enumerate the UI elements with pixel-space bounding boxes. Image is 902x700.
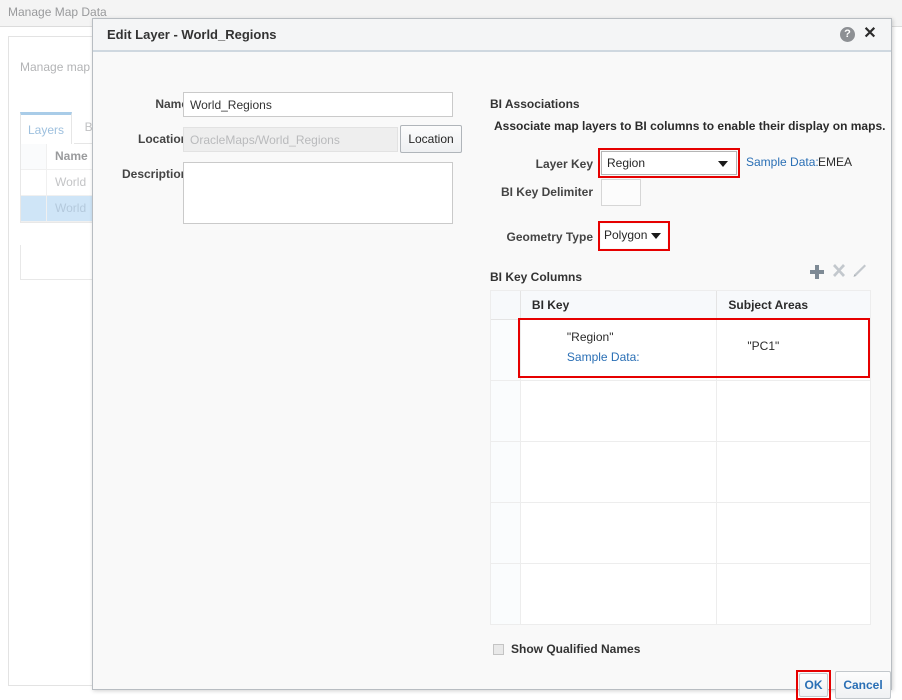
layer-key-select[interactable]: Region <box>601 151 737 175</box>
location-input[interactable] <box>183 127 398 152</box>
bi-key-cell <box>521 503 717 563</box>
dialog-body: Name Location Location Description BI As… <box>93 54 891 700</box>
dialog-title: Edit Layer - World_Regions <box>107 27 277 42</box>
add-icon[interactable] <box>807 262 827 282</box>
subject-areas-cell <box>716 442 870 502</box>
location-label: Location <box>138 132 188 146</box>
show-qualified-names-row[interactable]: Show Qualified Names <box>493 642 640 656</box>
background-tab-layers[interactable]: Layers <box>20 112 72 144</box>
description-input[interactable] <box>183 162 453 224</box>
delete-icon[interactable] <box>830 262 848 282</box>
bi-key-columns-title: BI Key Columns <box>490 270 583 284</box>
chevron-down-icon <box>718 161 728 167</box>
name-label: Name <box>155 97 188 111</box>
bi-key-columns-toolbar <box>807 262 869 286</box>
background-subtitle: Manage map <box>20 60 91 74</box>
geometry-type-value: Polygon <box>604 228 648 242</box>
bi-key-delimiter-label: BI Key Delimiter <box>500 185 593 199</box>
cancel-button[interactable]: Cancel <box>835 671 891 699</box>
chevron-down-icon <box>651 233 661 239</box>
bi-key-column-header: BI Key <box>531 298 570 312</box>
layer-key-label: Layer Key <box>535 157 593 171</box>
close-icon[interactable]: ✕ <box>861 24 879 44</box>
edit-layer-dialog: Edit Layer - World_Regions ? ✕ Name Loca… <box>92 18 892 700</box>
bi-key-row-select-cell[interactable] <box>491 320 521 380</box>
description-label: Description <box>121 167 188 181</box>
geometry-type-select[interactable]: Polygon <box>601 224 667 248</box>
dialog-header: Edit Layer - World_Regions ? ✕ <box>93 19 891 52</box>
subject-areas-cell <box>716 564 870 624</box>
bi-key-cell <box>521 381 717 441</box>
table-row[interactable] <box>491 564 870 624</box>
bi-key-row-select-cell[interactable] <box>491 442 521 502</box>
ok-button[interactable]: OK <box>799 673 828 697</box>
bi-key-cell <box>521 442 717 502</box>
bi-key-row-select-cell[interactable] <box>491 564 521 624</box>
name-input[interactable] <box>183 92 453 117</box>
table-row[interactable] <box>491 381 870 442</box>
bi-key-columns-table: BI Key Subject Areas "Region" Sample Dat… <box>490 290 871 625</box>
bi-key-delimiter-input[interactable] <box>601 179 641 206</box>
geometry-type-label: Geometry Type <box>506 230 593 244</box>
help-icon[interactable]: ? <box>840 27 855 42</box>
table-row[interactable] <box>491 503 870 564</box>
edit-icon[interactable] <box>849 262 869 282</box>
layer-key-sample-data-value: EMEA <box>818 155 853 169</box>
show-qualified-names-label: Show Qualified Names <box>511 642 641 656</box>
background-tab-layers-label: Layers <box>27 123 65 137</box>
bi-key-table-header: BI Key Subject Areas <box>491 291 870 320</box>
bi-key-sample-data-link[interactable]: Sample Data: <box>567 350 717 364</box>
subject-areas-cell <box>716 503 870 563</box>
subject-areas-cell <box>716 381 870 441</box>
bi-key-row-select-cell[interactable] <box>491 381 521 441</box>
table-row[interactable] <box>491 442 870 503</box>
bi-key-cell: "Region" Sample Data: <box>521 320 717 380</box>
bi-associations-title: BI Associations <box>490 97 580 111</box>
background-window-title: Manage Map Data <box>8 5 107 19</box>
table-row[interactable]: "Region" Sample Data: "PC1" <box>491 320 870 381</box>
bi-associations-description: Associate map layers to BI columns to en… <box>494 119 886 133</box>
background-row-select-cell[interactable] <box>21 170 47 195</box>
bi-key-row-select-cell[interactable] <box>491 503 521 563</box>
layer-key-value: Region <box>607 156 646 170</box>
bi-key-cell <box>521 564 717 624</box>
bi-key-value: "Region" <box>566 330 614 344</box>
background-header-select-cell <box>21 144 47 169</box>
layer-key-sample-data-link[interactable]: Sample Data: <box>746 155 819 169</box>
location-button[interactable]: Location <box>400 125 462 153</box>
subject-areas-cell: "PC1" <box>716 320 870 380</box>
show-qualified-names-checkbox[interactable] <box>493 643 504 655</box>
background-row-select-cell[interactable] <box>21 196 47 221</box>
subject-areas-column-header: Subject Areas <box>716 291 870 319</box>
bi-key-header-select-cell <box>491 291 521 319</box>
